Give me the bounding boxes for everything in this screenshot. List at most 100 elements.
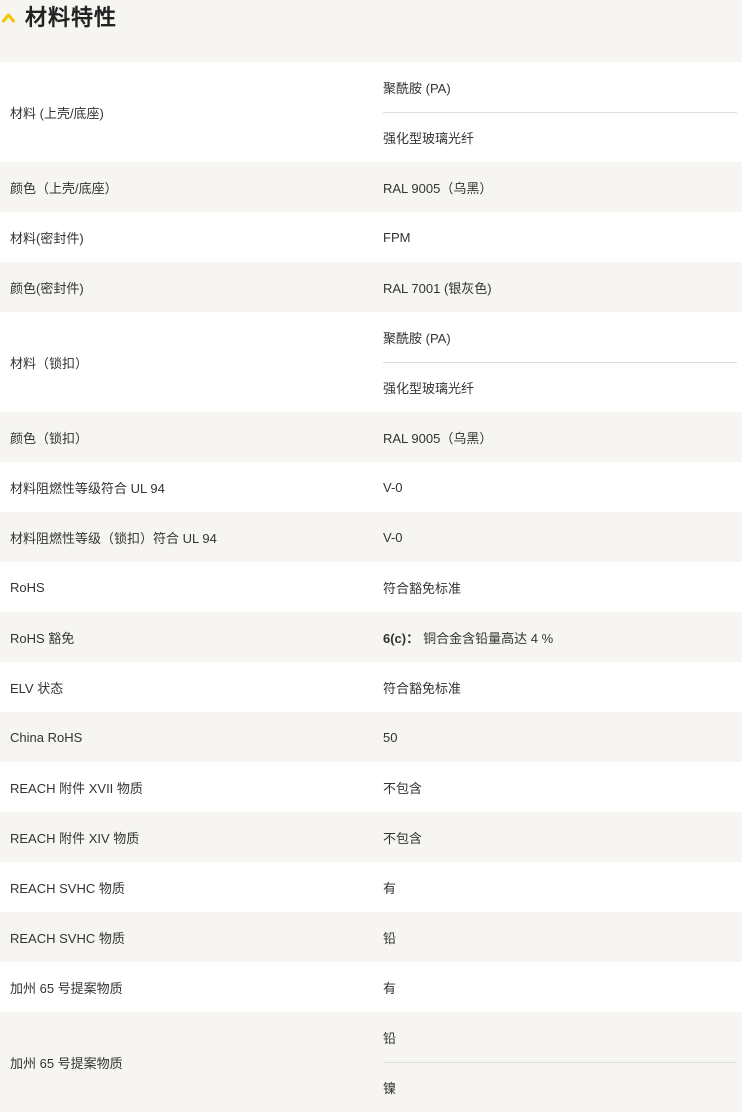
table-row: 颜色（锁扣） RAL 9005（乌黑） — [0, 412, 742, 462]
value-text: RAL 7001 (银灰色) — [383, 280, 492, 296]
value-text: 不包含 — [383, 830, 423, 846]
property-value: 符合豁免标准 — [383, 662, 737, 712]
property-value: 镍 — [383, 1062, 737, 1112]
value-text: 强化型玻璃光纤 — [383, 381, 475, 396]
table-row: REACH 附件 XVII 物质 不包含 — [0, 762, 742, 812]
value-text: 符合豁免标准 — [383, 580, 462, 596]
property-value: V-0 — [383, 512, 737, 562]
value-text: 聚酰胺 (PA) — [383, 80, 451, 96]
property-values: V-0 — [372, 462, 742, 512]
table-row: ELV 状态 符合豁免标准 — [0, 662, 742, 712]
table-row: 加州 65 号提案物质 有 — [0, 962, 742, 1012]
property-label: 材料(密封件) — [10, 230, 84, 246]
property-values: 有 — [372, 962, 742, 1012]
value-text: FPM — [383, 229, 411, 245]
property-label: REACH SVHC 物质 — [10, 930, 125, 946]
property-value: 铅 — [383, 912, 737, 962]
table-row: 材料(密封件) FPM — [0, 212, 742, 262]
property-label: 加州 65 号提案物质 — [10, 1055, 123, 1071]
properties-table: 材料 (上壳/底座) 聚酰胺 (PA) 强化型玻璃光纤 颜色（上壳/底座） RAL 90… — [0, 62, 742, 1112]
property-label: REACH 附件 XIV 物质 — [10, 830, 140, 846]
property-value: FPM — [383, 212, 737, 262]
value-text: 有 — [383, 980, 397, 996]
value-text: 铅 — [383, 930, 397, 946]
property-value: 有 — [383, 962, 737, 1012]
property-label: 材料 (上壳/底座) — [10, 105, 104, 121]
table-row: 颜色（上壳/底座） RAL 9005（乌黑） — [0, 162, 742, 212]
property-values: FPM — [372, 212, 742, 262]
value-text: V-0 — [383, 529, 403, 545]
property-label: 颜色(密封件) — [10, 280, 84, 296]
section-header[interactable]: 材料特性 — [0, 0, 742, 62]
section-title: 材料特性 — [25, 5, 118, 30]
value-text: 符合豁免标准 — [383, 680, 462, 696]
value-text: 强化型玻璃光纤 — [383, 131, 475, 146]
property-label: China RoHS — [10, 729, 83, 745]
property-values: 聚酰胺 (PA) 强化型玻璃光纤 — [372, 312, 742, 412]
property-value: 不包含 — [383, 762, 737, 812]
table-row: RoHS 豁免 6(c)： 铜合金含铅量高达 4 % — [0, 612, 742, 662]
property-label: ELV 状态 — [10, 680, 64, 696]
table-row: REACH SVHC 物质 有 — [0, 862, 742, 912]
value-text: 铅 — [383, 1030, 397, 1046]
table-row: 材料 (上壳/底座) 聚酰胺 (PA) 强化型玻璃光纤 — [0, 62, 742, 162]
table-row: 颜色(密封件) RAL 7001 (银灰色) — [0, 262, 742, 312]
property-values: 铅镍 — [372, 1012, 742, 1112]
property-values: 符合豁免标准 — [372, 562, 742, 612]
value-text: 聚酰胺 (PA) — [383, 330, 451, 346]
property-values: 有 — [372, 862, 742, 912]
property-label: REACH SVHC 物质 — [10, 880, 125, 896]
table-row: 加州 65 号提案物质 铅镍 — [0, 1012, 742, 1112]
table-row: 材料（锁扣） 聚酰胺 (PA) 强化型玻璃光纤 — [0, 312, 742, 412]
property-value: RAL 9005（乌黑） — [383, 412, 737, 462]
value-text: 不包含 — [383, 780, 423, 796]
property-label: 颜色（上壳/底座） — [10, 180, 118, 196]
table-row: REACH 附件 XIV 物质 不包含 — [0, 812, 742, 862]
table-row: 材料阻燃性等级（锁扣）符合 UL 94 V-0 — [0, 512, 742, 562]
property-values: 50 — [372, 712, 742, 762]
property-values: RAL 7001 (银灰色) — [372, 262, 742, 312]
property-value: 强化型玻璃光纤 — [383, 112, 737, 162]
value-text: RAL 9005（乌黑） — [383, 180, 493, 196]
value-text: 有 — [383, 880, 397, 896]
property-values: 不包含 — [372, 812, 742, 862]
property-values: 聚酰胺 (PA) 强化型玻璃光纤 — [372, 62, 742, 162]
property-values: RAL 9005（乌黑） — [372, 412, 742, 462]
property-value: 聚酰胺 (PA) — [383, 62, 737, 112]
chevron-up-icon[interactable] — [2, 11, 15, 24]
property-value: 50 — [383, 712, 737, 762]
value-prefix: 6(c)： — [383, 630, 420, 646]
property-label: REACH 附件 XVII 物质 — [10, 780, 143, 796]
property-label: 颜色（锁扣） — [10, 430, 89, 446]
table-row: China RoHS 50 — [0, 712, 742, 762]
property-label: RoHS 豁免 — [10, 630, 75, 646]
property-label: 材料（锁扣） — [10, 355, 89, 371]
value-text: V-0 — [383, 479, 403, 495]
property-values: 不包含 — [372, 762, 742, 812]
property-label: 加州 65 号提案物质 — [10, 980, 123, 996]
property-value: 6(c)： 铜合金含铅量高达 4 % — [383, 612, 737, 662]
property-value: RAL 9005（乌黑） — [383, 162, 737, 212]
property-values: 6(c)： 铜合金含铅量高达 4 % — [372, 612, 742, 662]
property-label: 材料阻燃性等级（锁扣）符合 UL 94 — [10, 530, 217, 546]
property-value: V-0 — [383, 462, 737, 512]
value-text: 铜合金含铅量高达 4 % — [423, 630, 554, 646]
property-values: 铅 — [372, 912, 742, 962]
property-label: 材料阻燃性等级符合 UL 94 — [10, 480, 165, 496]
property-value: 不包含 — [383, 812, 737, 862]
table-row: 材料阻燃性等级符合 UL 94 V-0 — [0, 462, 742, 512]
property-values: 符合豁免标准 — [372, 662, 742, 712]
property-value: 强化型玻璃光纤 — [383, 362, 737, 412]
property-label: RoHS — [10, 579, 45, 595]
property-value: 符合豁免标准 — [383, 562, 737, 612]
value-text: 镍 — [383, 1081, 397, 1096]
value-text: RAL 9005（乌黑） — [383, 430, 493, 446]
property-value: 有 — [383, 862, 737, 912]
property-values: RAL 9005（乌黑） — [372, 162, 742, 212]
property-value: RAL 7001 (银灰色) — [383, 262, 737, 312]
property-values: V-0 — [372, 512, 742, 562]
property-value: 聚酰胺 (PA) — [383, 312, 737, 362]
table-row: RoHS 符合豁免标准 — [0, 562, 742, 612]
value-text: 50 — [383, 729, 398, 745]
property-value: 铅 — [383, 1012, 737, 1062]
